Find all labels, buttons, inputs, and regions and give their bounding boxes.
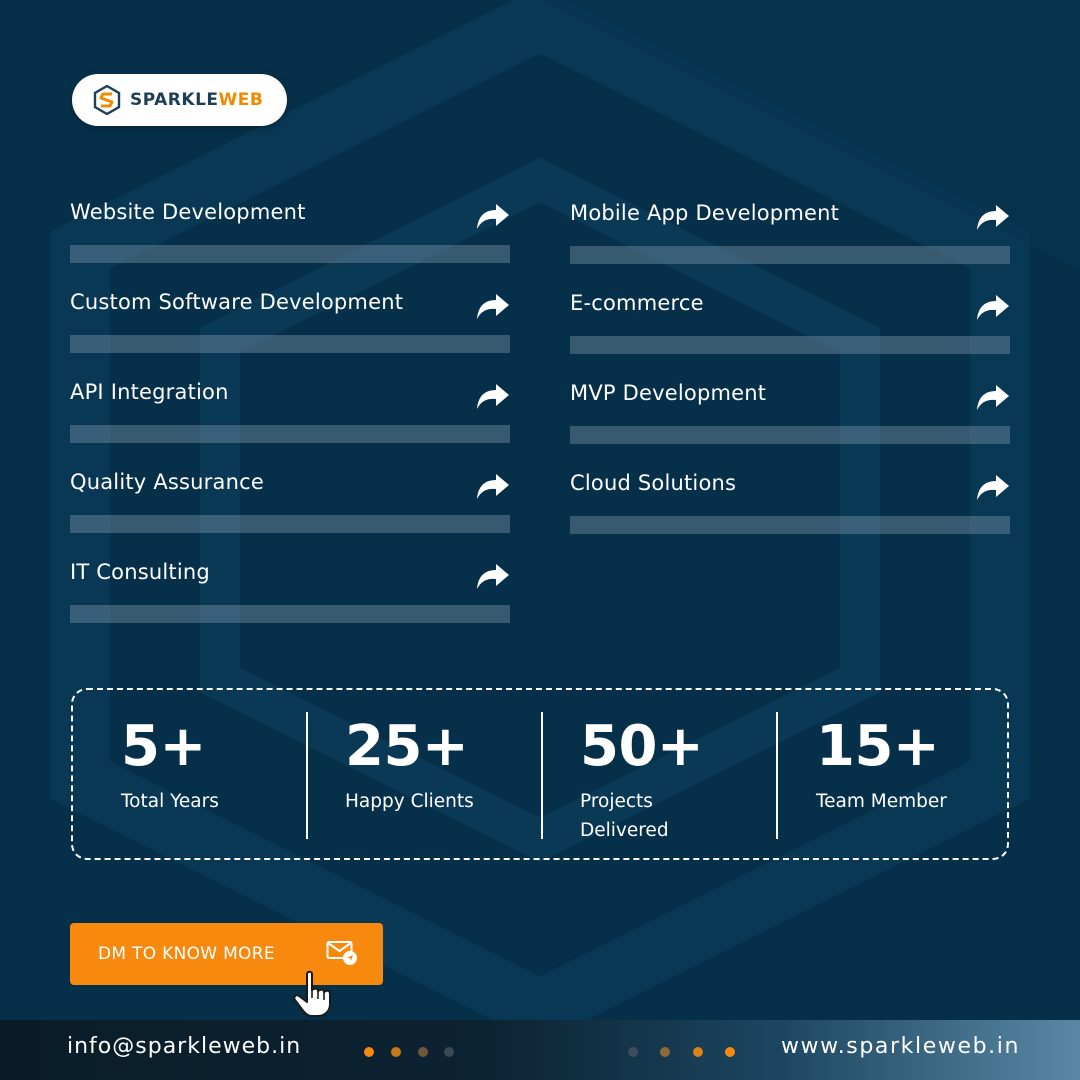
share-arrow-icon[interactable] bbox=[976, 473, 1010, 501]
stat-value: 50+ bbox=[580, 714, 704, 779]
stat-total-years: 5+ Total Years bbox=[121, 690, 301, 862]
share-arrow-icon[interactable] bbox=[976, 203, 1010, 231]
service-divider-bar bbox=[70, 425, 510, 443]
share-arrow-icon[interactable] bbox=[476, 292, 510, 320]
service-item-website-development[interactable]: Website Development bbox=[70, 200, 510, 270]
stat-team-member: 15+ Team Member bbox=[816, 690, 996, 862]
service-item-mvp-development[interactable]: MVP Development bbox=[570, 381, 1010, 451]
stat-label: Happy Clients bbox=[345, 791, 474, 812]
stat-divider bbox=[541, 712, 543, 839]
pointer-hand-icon bbox=[293, 960, 331, 1017]
cta-label: DM TO KNOW MORE bbox=[98, 944, 275, 964]
service-item-e-commerce[interactable]: E-commerce bbox=[570, 291, 1010, 361]
footer-website-link[interactable]: www.sparkleweb.in bbox=[781, 1034, 1020, 1059]
service-label: Cloud Solutions bbox=[570, 471, 737, 495]
footer-email-link[interactable]: info@sparkleweb.in bbox=[67, 1034, 301, 1059]
brand-logo: SPARKLEWEB bbox=[72, 74, 287, 126]
service-label: Quality Assurance bbox=[70, 470, 264, 494]
service-label: MVP Development bbox=[570, 381, 767, 405]
footer-bar: info@sparkleweb.in www.sparkleweb.in bbox=[0, 1020, 1080, 1080]
service-item-api-integration[interactable]: API Integration bbox=[70, 380, 510, 450]
service-item-it-consulting[interactable]: IT Consulting bbox=[70, 560, 510, 630]
stat-label: Projects Delivered bbox=[580, 791, 669, 841]
decor-dot bbox=[444, 1047, 454, 1057]
dm-to-know-more-button[interactable]: DM TO KNOW MORE bbox=[70, 923, 383, 985]
decor-dot bbox=[628, 1047, 638, 1057]
service-item-custom-software-development[interactable]: Custom Software Development bbox=[70, 290, 510, 360]
sparkleweb-logo-icon bbox=[93, 85, 121, 115]
service-divider-bar bbox=[570, 516, 1010, 534]
decor-dot bbox=[391, 1047, 401, 1057]
service-divider-bar bbox=[70, 605, 510, 623]
service-label: Website Development bbox=[70, 200, 306, 224]
service-divider-bar bbox=[570, 426, 1010, 444]
service-item-mobile-app-development[interactable]: Mobile App Development bbox=[570, 201, 1010, 271]
decor-dot bbox=[725, 1047, 735, 1057]
stat-value: 5+ bbox=[121, 714, 206, 779]
service-item-cloud-solutions[interactable]: Cloud Solutions bbox=[570, 471, 1010, 541]
stat-divider bbox=[776, 712, 778, 839]
service-divider-bar bbox=[70, 335, 510, 353]
share-arrow-icon[interactable] bbox=[976, 383, 1010, 411]
share-arrow-icon[interactable] bbox=[476, 562, 510, 590]
stat-projects-delivered: 50+ Projects Delivered bbox=[580, 690, 730, 862]
stat-happy-clients: 25+ Happy Clients bbox=[345, 690, 525, 862]
service-label: IT Consulting bbox=[70, 560, 210, 584]
stat-label: Team Member bbox=[816, 791, 947, 812]
service-label: E-commerce bbox=[570, 291, 704, 315]
share-arrow-icon[interactable] bbox=[476, 202, 510, 230]
service-item-quality-assurance[interactable]: Quality Assurance bbox=[70, 470, 510, 540]
decor-dot bbox=[418, 1047, 428, 1057]
service-label: Custom Software Development bbox=[70, 290, 404, 314]
service-divider-bar bbox=[70, 515, 510, 533]
service-label: Mobile App Development bbox=[570, 201, 840, 225]
service-label: API Integration bbox=[70, 380, 229, 404]
share-arrow-icon[interactable] bbox=[476, 472, 510, 500]
service-divider-bar bbox=[570, 336, 1010, 354]
decor-dot bbox=[693, 1047, 703, 1057]
stat-label: Total Years bbox=[121, 791, 219, 812]
stat-divider bbox=[306, 712, 308, 839]
stats-panel: 5+ Total Years 25+ Happy Clients 50+ Pro… bbox=[71, 688, 1009, 860]
logo-text-web: WEB bbox=[218, 90, 264, 110]
share-arrow-icon[interactable] bbox=[976, 293, 1010, 321]
decor-dot bbox=[660, 1047, 670, 1057]
stat-value: 25+ bbox=[345, 714, 469, 779]
decor-dot bbox=[364, 1047, 374, 1057]
stat-value: 15+ bbox=[816, 714, 940, 779]
service-divider-bar bbox=[570, 246, 1010, 264]
share-arrow-icon[interactable] bbox=[476, 382, 510, 410]
logo-text-sparkle: SPARKLE bbox=[130, 90, 219, 110]
service-divider-bar bbox=[70, 245, 510, 263]
